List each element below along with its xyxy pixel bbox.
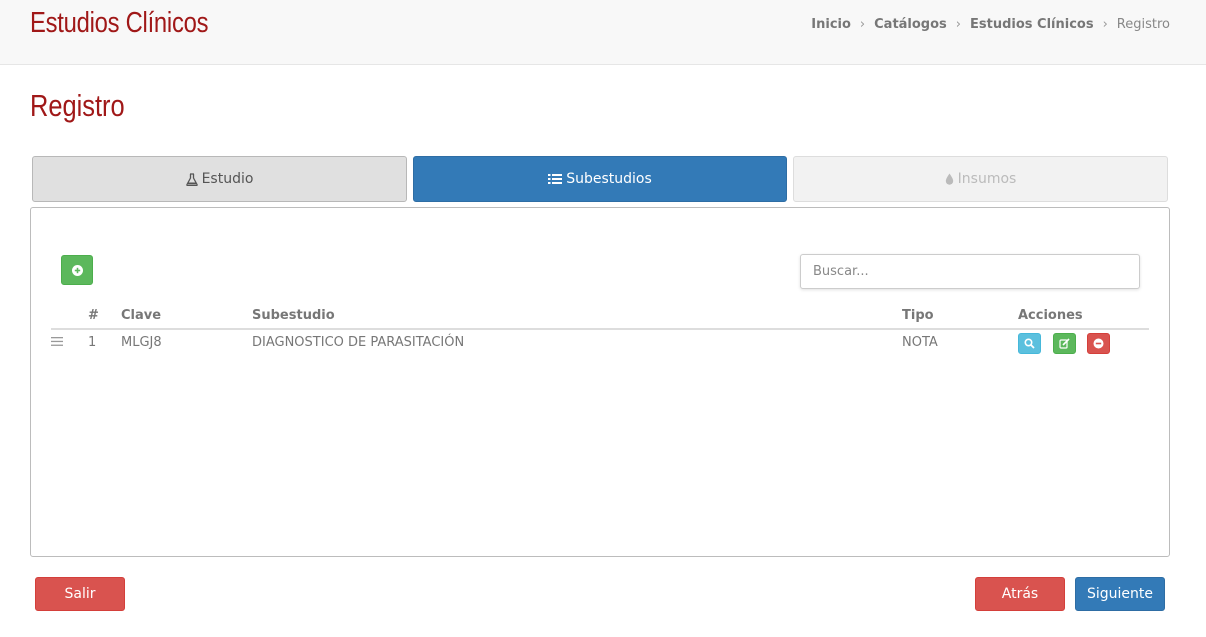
exit-button[interactable]: Salir [35,577,125,611]
top-header: Estudios Clínicos Inicio › Catálogos › E… [0,0,1206,65]
breadcrumb-separator-icon: › [859,17,866,32]
breadcrumb-catalogos[interactable]: Catálogos [874,17,947,32]
tab-insumos: Insumos [793,156,1168,202]
breadcrumb-inicio[interactable]: Inicio [811,17,851,32]
breadcrumb-registro: Registro [1116,17,1170,32]
table-row: 1 MLGJ8 DIAGNOSTICO DE PARASITACIÓN NOTA [51,331,1149,357]
next-button[interactable]: Siguiente [1075,577,1165,611]
table-header: # Clave Subestudio Tipo Acciones [51,308,1149,330]
column-header-tipo[interactable]: Tipo [902,308,934,323]
tint-icon [945,173,954,185]
drag-handle-icon[interactable] [51,335,63,350]
breadcrumb: Inicio › Catálogos › Estudios Clínicos ›… [811,17,1170,32]
tab-insumos-label: Insumos [957,171,1017,187]
tab-subestudios[interactable]: Subestudios [413,156,787,202]
wizard-tabs: Estudio Subestudios Insumos [32,156,1168,202]
column-header-acciones: Acciones [1018,308,1083,323]
column-header-clave[interactable]: Clave [121,308,161,323]
view-button[interactable] [1018,333,1041,354]
row-number: 1 [88,335,97,350]
tab-estudio-label: Estudio [201,171,254,187]
row-tipo: NOTA [902,335,938,350]
delete-button[interactable] [1087,333,1110,354]
flask-icon [185,172,198,186]
plus-circle-icon [71,261,83,280]
page-title: Registro [30,88,125,123]
breadcrumb-separator-icon: › [955,17,961,32]
row-clave: MLGJ8 [121,335,162,350]
column-header-number: # [88,308,99,323]
edit-icon [1059,338,1070,353]
edit-button[interactable] [1053,333,1076,354]
column-header-subestudio[interactable]: Subestudio [252,308,335,323]
minus-circle-icon [1093,338,1104,353]
breadcrumb-separator-icon: › [1102,17,1108,32]
breadcrumb-estudios-clinicos[interactable]: Estudios Clínicos [970,17,1094,32]
row-subestudio: DIAGNOSTICO DE PARASITACIÓN [252,335,465,350]
tab-estudio[interactable]: Estudio [32,156,407,202]
app-title: Estudios Clínicos [30,7,209,39]
search-icon [1024,338,1035,353]
add-subestudio-button[interactable] [61,255,93,285]
list-icon [548,173,563,185]
subestudios-panel: # Clave Subestudio Tipo Acciones 1 MLGJ8… [30,207,1170,557]
tab-subestudios-label: Subestudios [566,171,652,187]
search-input[interactable] [800,254,1140,289]
back-button[interactable]: Atrás [975,577,1065,611]
